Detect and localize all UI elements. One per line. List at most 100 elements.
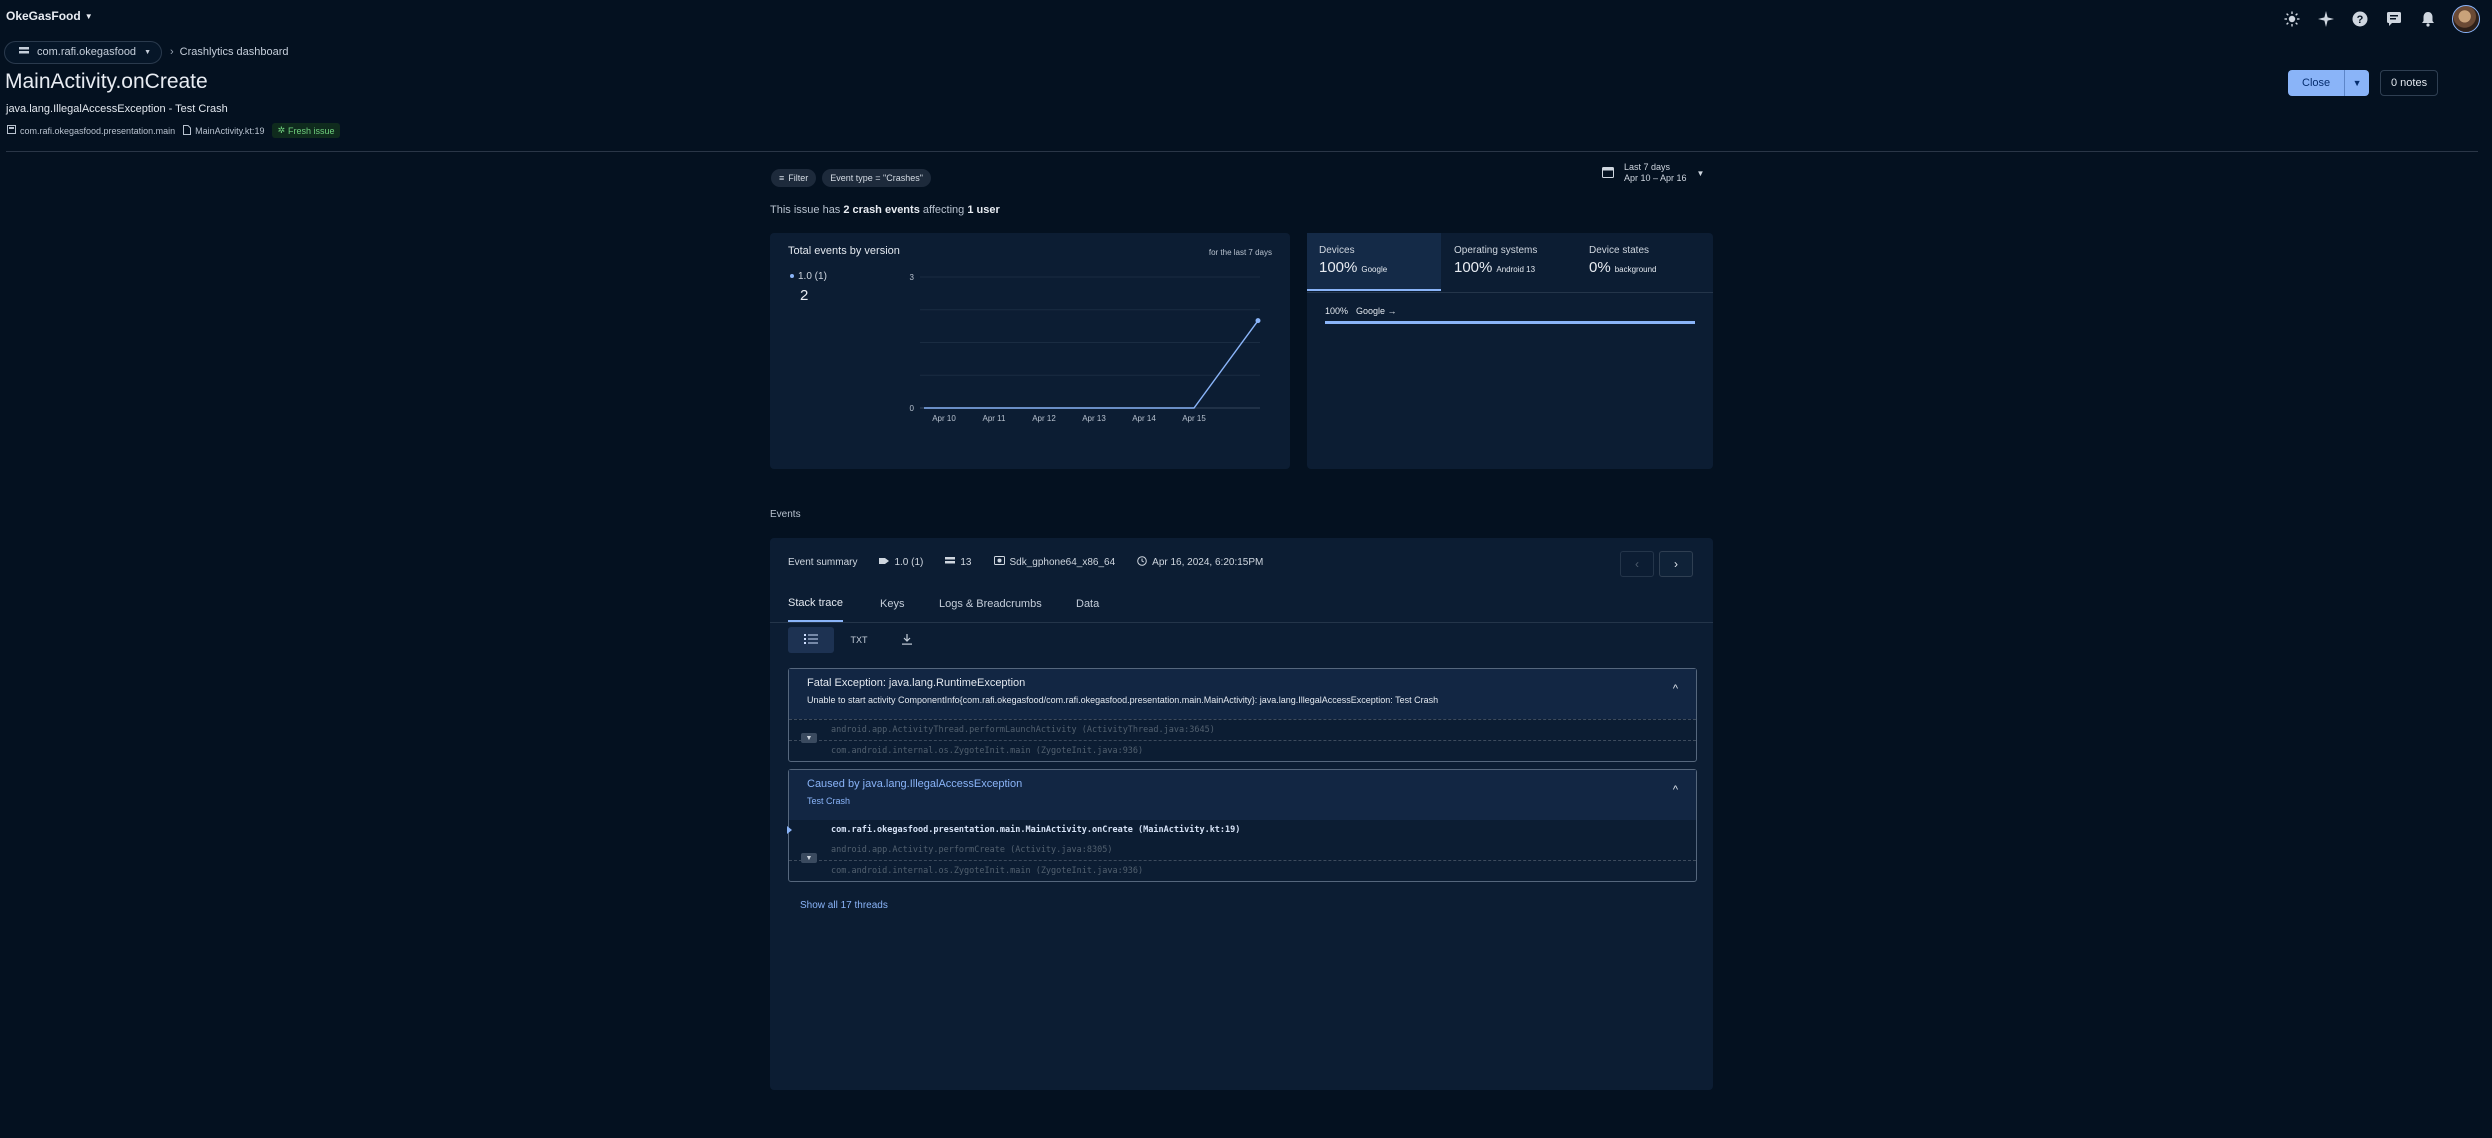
show-all-threads-link[interactable]: Show all 17 threads	[800, 900, 888, 911]
tab-label: Device states	[1589, 245, 1650, 256]
summary-prefix: This issue has	[770, 204, 844, 216]
tab-value: 100%	[1319, 259, 1358, 276]
app-stack-icon	[19, 46, 29, 59]
stack-frame-text: com.rafi.okegasfood.presentation.main.Ma…	[831, 825, 1241, 835]
tab-label: Devices	[1319, 245, 1355, 256]
x-tick-label: Apr 12	[1032, 414, 1056, 423]
list-view-button[interactable]	[788, 627, 834, 653]
device-bar-fill	[1325, 321, 1695, 324]
line-chart: 0 3 Apr 10 Apr 11 Apr 12 Apr 13 Apr 14 Apr 15	[910, 273, 1261, 423]
avatar[interactable]	[2452, 5, 2480, 33]
download-button[interactable]	[884, 627, 930, 653]
txt-view-button[interactable]: TXT	[836, 627, 882, 653]
breadcrumb-current[interactable]: Crashlytics dashboard	[180, 46, 289, 58]
brightness-icon[interactable]	[2282, 9, 2302, 29]
tab-device-states[interactable]: Device states 0% background	[1577, 233, 1711, 291]
package-name: com.rafi.okegasfood.presentation.main	[20, 125, 176, 136]
help-icon[interactable]: ?	[2350, 9, 2370, 29]
device-icon	[993, 556, 1005, 568]
stack-frame-highlighted[interactable]: com.rafi.okegasfood.presentation.main.Ma…	[787, 820, 1696, 840]
package-meta: com.rafi.okegasfood.presentation.main	[7, 125, 175, 136]
chevron-down-icon: ▼	[144, 48, 151, 56]
close-issue-group: Close ▼	[2288, 70, 2370, 96]
chevron-down-icon: ▼	[84, 11, 93, 21]
stack-frame[interactable]: com.android.internal.os.ZygoteInit.main …	[789, 740, 1696, 761]
app-id: com.rafi.okegasfood	[37, 46, 137, 58]
tab-sub: Google	[1361, 265, 1388, 274]
date-range-title: Last 7 days	[1624, 162, 1671, 172]
tab-keys[interactable]: Keys	[880, 586, 904, 622]
stack-frame[interactable]: com.android.internal.os.ZygoteInit.main …	[789, 860, 1696, 881]
caused-by-header[interactable]: Caused by java.lang.IllegalAccessExcepti…	[789, 770, 1696, 820]
status-badge-label: Fresh issue	[288, 125, 335, 136]
close-options-dropdown[interactable]: ▼	[2344, 70, 2370, 96]
package-icon	[7, 125, 16, 136]
divider	[1307, 292, 1713, 293]
clock-icon	[1137, 555, 1147, 569]
feedback-icon[interactable]	[2384, 9, 2404, 29]
version-item: 1.0 (1)	[879, 557, 923, 568]
exception-message: Unable to start activity ComponentInfo{c…	[807, 695, 1439, 705]
tab-logs-breadcrumbs[interactable]: Logs & Breadcrumbs	[939, 586, 1042, 622]
series-line	[924, 320, 1259, 409]
breadcrumb: com.rafi.okegasfood ▼ › Crashlytics dash…	[4, 40, 289, 64]
fresh-icon: ✲	[277, 125, 285, 135]
tab-data[interactable]: Data	[1076, 586, 1099, 622]
tab-sub: Android 13	[1496, 265, 1536, 274]
chevron-right-icon: ›	[170, 46, 174, 58]
tab-devices[interactable]: Devices 100% Google	[1307, 233, 1441, 291]
chevron-down-icon: ▼	[2352, 78, 2362, 88]
tab-stack-trace[interactable]: Stack trace	[788, 586, 844, 622]
exception-title: Fatal Exception: java.lang.RuntimeExcept…	[807, 677, 1026, 689]
fatal-exception-header[interactable]: Fatal Exception: java.lang.RuntimeExcept…	[789, 669, 1696, 719]
date-range-selector[interactable]: Last 7 days Apr 10 – Apr 16 ▼	[1602, 162, 1704, 184]
breakdown-card: Devices 100% Google Operating systems 100…	[1307, 233, 1713, 469]
event-device: Sdk_gphone64_x86_64	[1009, 556, 1116, 568]
device-item: Sdk_gphone64_x86_64	[993, 556, 1116, 568]
issue-summary: This issue has 2 crash events affecting …	[770, 204, 1000, 216]
fatal-exception-block: Fatal Exception: java.lang.RuntimeExcept…	[788, 668, 1697, 762]
expand-frames-button[interactable]: ▼	[801, 853, 817, 863]
device-row-google[interactable]: 100% Google →	[1325, 306, 1397, 316]
chart-legend[interactable]: 1.0 (1)	[790, 271, 827, 282]
event-type-chip[interactable]: Event type = "Crashes"	[822, 169, 931, 187]
device-label: Google →	[1356, 306, 1397, 316]
previous-event-button[interactable]: ‹	[1620, 551, 1654, 577]
events-by-version-card: 0 3 Apr 10 Apr 11 Apr 12 Apr 13 Apr 14 Apr 15 T…	[770, 233, 1290, 469]
chart-title: Total events by version	[788, 245, 900, 257]
sparkle-icon[interactable]	[2316, 9, 2336, 29]
frame-marker-icon	[787, 826, 792, 834]
filter-button[interactable]: ≡ Filter	[771, 169, 817, 187]
chevron-down-icon: ▼	[805, 734, 813, 742]
x-tick-label: Apr 13	[1082, 414, 1106, 423]
exception-title: Caused by java.lang.IllegalAccessExcepti…	[807, 778, 1023, 790]
notes-button[interactable]: 0 notes	[2380, 70, 2439, 96]
app-selector[interactable]: com.rafi.okegasfood ▼	[4, 40, 162, 64]
project-name: OkeGasFood	[6, 9, 81, 23]
file-meta[interactable]: MainActivity.kt:19	[183, 124, 264, 137]
legend-count: 2	[800, 287, 809, 304]
summary-users: 1 user	[967, 204, 1000, 216]
project-selector[interactable]: OkeGasFood ▼	[6, 9, 93, 23]
tab-label: Operating systems	[1454, 245, 1538, 256]
close-issue-button[interactable]: Close	[2288, 70, 2345, 96]
chevron-up-icon[interactable]: ^	[1673, 784, 1678, 796]
notifications-icon[interactable]	[2418, 9, 2438, 29]
tab-value: 0%	[1589, 259, 1611, 276]
issue-subtitle: java.lang.IllegalAccessException - Test …	[6, 103, 228, 115]
tab-operating-systems[interactable]: Operating systems 100% Android 13	[1442, 233, 1576, 291]
stack-frame[interactable]: android.app.Activity.performCreate (Acti…	[789, 840, 1696, 860]
next-event-button[interactable]: ›	[1659, 551, 1693, 577]
device-percent: 100%	[1325, 306, 1349, 316]
expand-frames-button[interactable]: ▼	[801, 733, 817, 743]
stack-frame[interactable]: android.app.ActivityThread.performLaunch…	[789, 719, 1696, 740]
status-badge: ✲ Fresh issue	[272, 123, 340, 138]
calendar-icon	[1602, 166, 1614, 180]
time-item: Apr 16, 2024, 6:20:15PM	[1137, 555, 1263, 569]
tab-value: 100%	[1454, 259, 1493, 276]
chevron-up-icon[interactable]: ^	[1673, 683, 1678, 695]
list-icon	[804, 634, 818, 646]
event-summary-bar: Event summary 1.0 (1) 13 Sdk_gphone64_x8…	[770, 538, 1713, 586]
filter-icon: ≡	[779, 173, 785, 183]
download-icon	[902, 633, 912, 647]
